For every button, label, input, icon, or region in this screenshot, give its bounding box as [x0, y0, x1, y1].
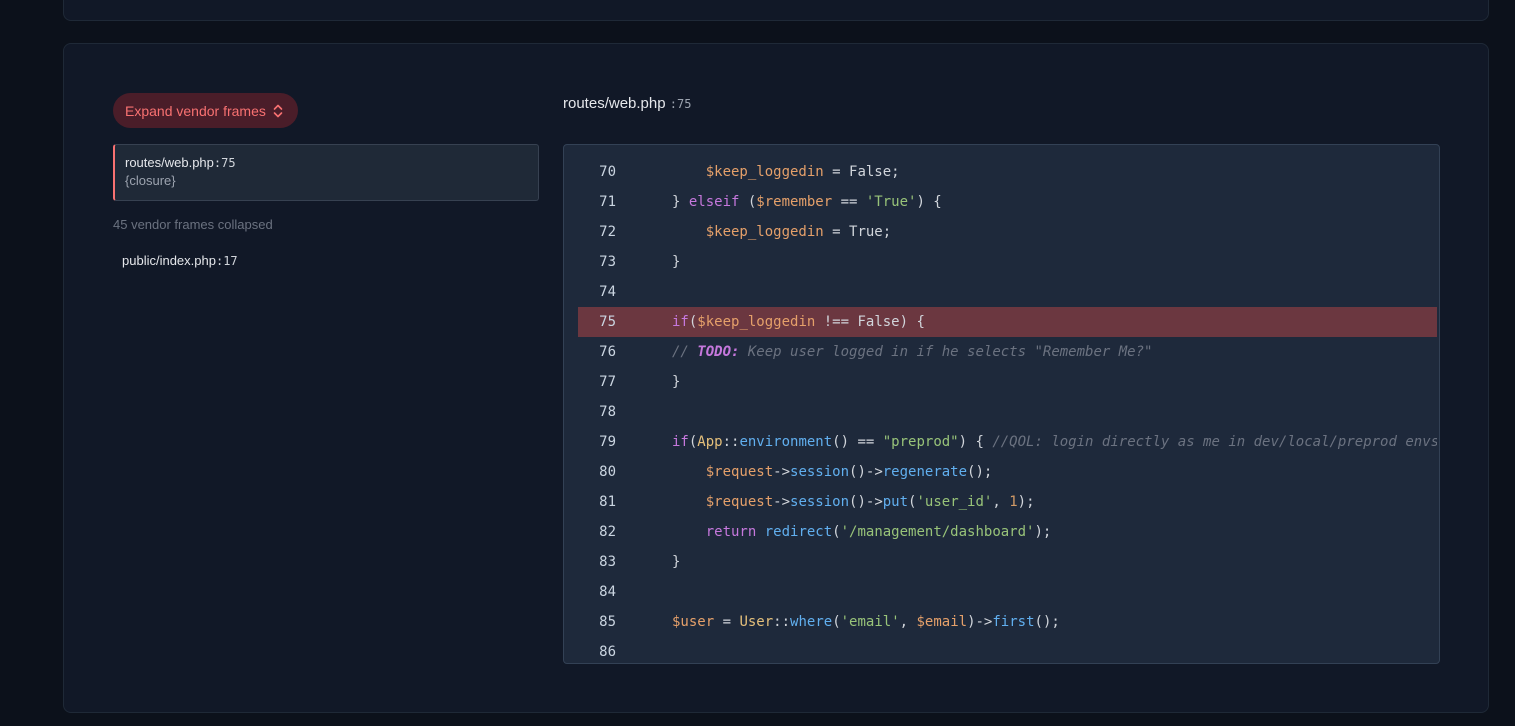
code-snippet: 70 $keep_loggedin = False; 71 } elseif ($…: [563, 144, 1440, 664]
frame-line-number: :75: [213, 156, 236, 170]
code-text: $user = User::where('email', $email)->fi…: [672, 614, 1060, 630]
line-number: 85: [599, 614, 616, 630]
code-text: } elseif ($remember == 'True') {: [672, 194, 942, 210]
frame-file-location: routes/web.php:75: [125, 155, 528, 170]
code-line: 84: [578, 577, 1437, 607]
frame-file-name: public/index.php: [122, 253, 216, 268]
previous-panel: [63, 0, 1489, 21]
code-file-line: :75: [669, 97, 692, 111]
code-line: 74: [578, 277, 1437, 307]
code-line: 85 $user = User::where('email', $email)->…: [578, 607, 1437, 637]
code-text: }: [672, 254, 681, 270]
line-number: 83: [599, 554, 616, 570]
code-text: }: [672, 374, 681, 390]
code-text: $request->session()->regenerate();: [705, 464, 993, 480]
line-number: 76: [599, 344, 616, 360]
line-number: 82: [599, 524, 616, 540]
stack-frame[interactable]: public/index.php:17: [122, 253, 238, 268]
line-number: 81: [599, 494, 616, 510]
frame-function-name: {closure}: [125, 173, 176, 188]
frame-line-number: :17: [215, 254, 238, 268]
line-number: 70: [599, 164, 616, 180]
line-number: 80: [599, 464, 616, 480]
code-line: 83}: [578, 547, 1437, 577]
expand-vendor-frames-label: Expand vendor frames: [125, 102, 266, 119]
code-text: if($keep_loggedin !== False) {: [672, 314, 925, 330]
vendor-frames-collapsed-note: 45 vendor frames collapsed: [113, 217, 273, 232]
code-line: 73}: [578, 247, 1437, 277]
chevron-up-down-icon: [272, 103, 284, 119]
code-line: 72 $keep_loggedin = True;: [578, 217, 1437, 247]
code-line: 76 // TODO: Keep user logged in if he sel…: [578, 337, 1437, 367]
code-line: 78: [578, 397, 1437, 427]
code-line-highlighted: 75 if($keep_loggedin !== False) {: [578, 307, 1437, 337]
code-text: $keep_loggedin = False;: [705, 164, 900, 180]
code-line: 79 if(App::environment() == "preprod") { …: [578, 427, 1437, 457]
code-line: 77}: [578, 367, 1437, 397]
line-number: 73: [599, 254, 616, 270]
line-number: 72: [599, 224, 616, 240]
code-text: }: [672, 554, 681, 570]
code-line: 86: [578, 637, 1437, 663]
line-number: 74: [599, 284, 616, 300]
code-line: 80 $request->session()->regenerate();: [578, 457, 1437, 487]
line-number: 84: [599, 584, 616, 600]
line-number: 71: [599, 194, 616, 210]
line-number: 75: [599, 314, 616, 330]
line-number: 86: [599, 644, 616, 660]
code-line: 70 $keep_loggedin = False;: [578, 157, 1437, 187]
line-number: 79: [599, 434, 616, 450]
code-file-name: routes/web.php: [563, 95, 666, 112]
code-text: if(App::environment() == "preprod") { //…: [672, 434, 1437, 450]
code-file-header: routes/web.php :75: [563, 95, 691, 112]
line-number: 78: [599, 404, 616, 420]
stack-trace-panel: Expand vendor frames routes/web.php:75 {…: [63, 43, 1489, 713]
line-number: 77: [599, 374, 616, 390]
code-text: // TODO: Keep user logged in if he selec…: [672, 344, 1153, 360]
expand-vendor-frames-button[interactable]: Expand vendor frames: [113, 93, 298, 128]
code-text: $request->session()->put('user_id', 1);: [705, 494, 1035, 510]
frame-file-name: routes/web.php: [125, 155, 214, 170]
code-line: 71 } elseif ($remember == 'True') {: [578, 187, 1437, 217]
code-text: $keep_loggedin = True;: [705, 224, 892, 240]
code-line: 81 $request->session()->put('user_id', 1…: [578, 487, 1437, 517]
code-line: 82 return redirect('/management/dashboar…: [578, 517, 1437, 547]
stack-frame-active[interactable]: routes/web.php:75 {closure}: [113, 144, 539, 201]
code-text: return redirect('/management/dashboard')…: [705, 524, 1052, 540]
